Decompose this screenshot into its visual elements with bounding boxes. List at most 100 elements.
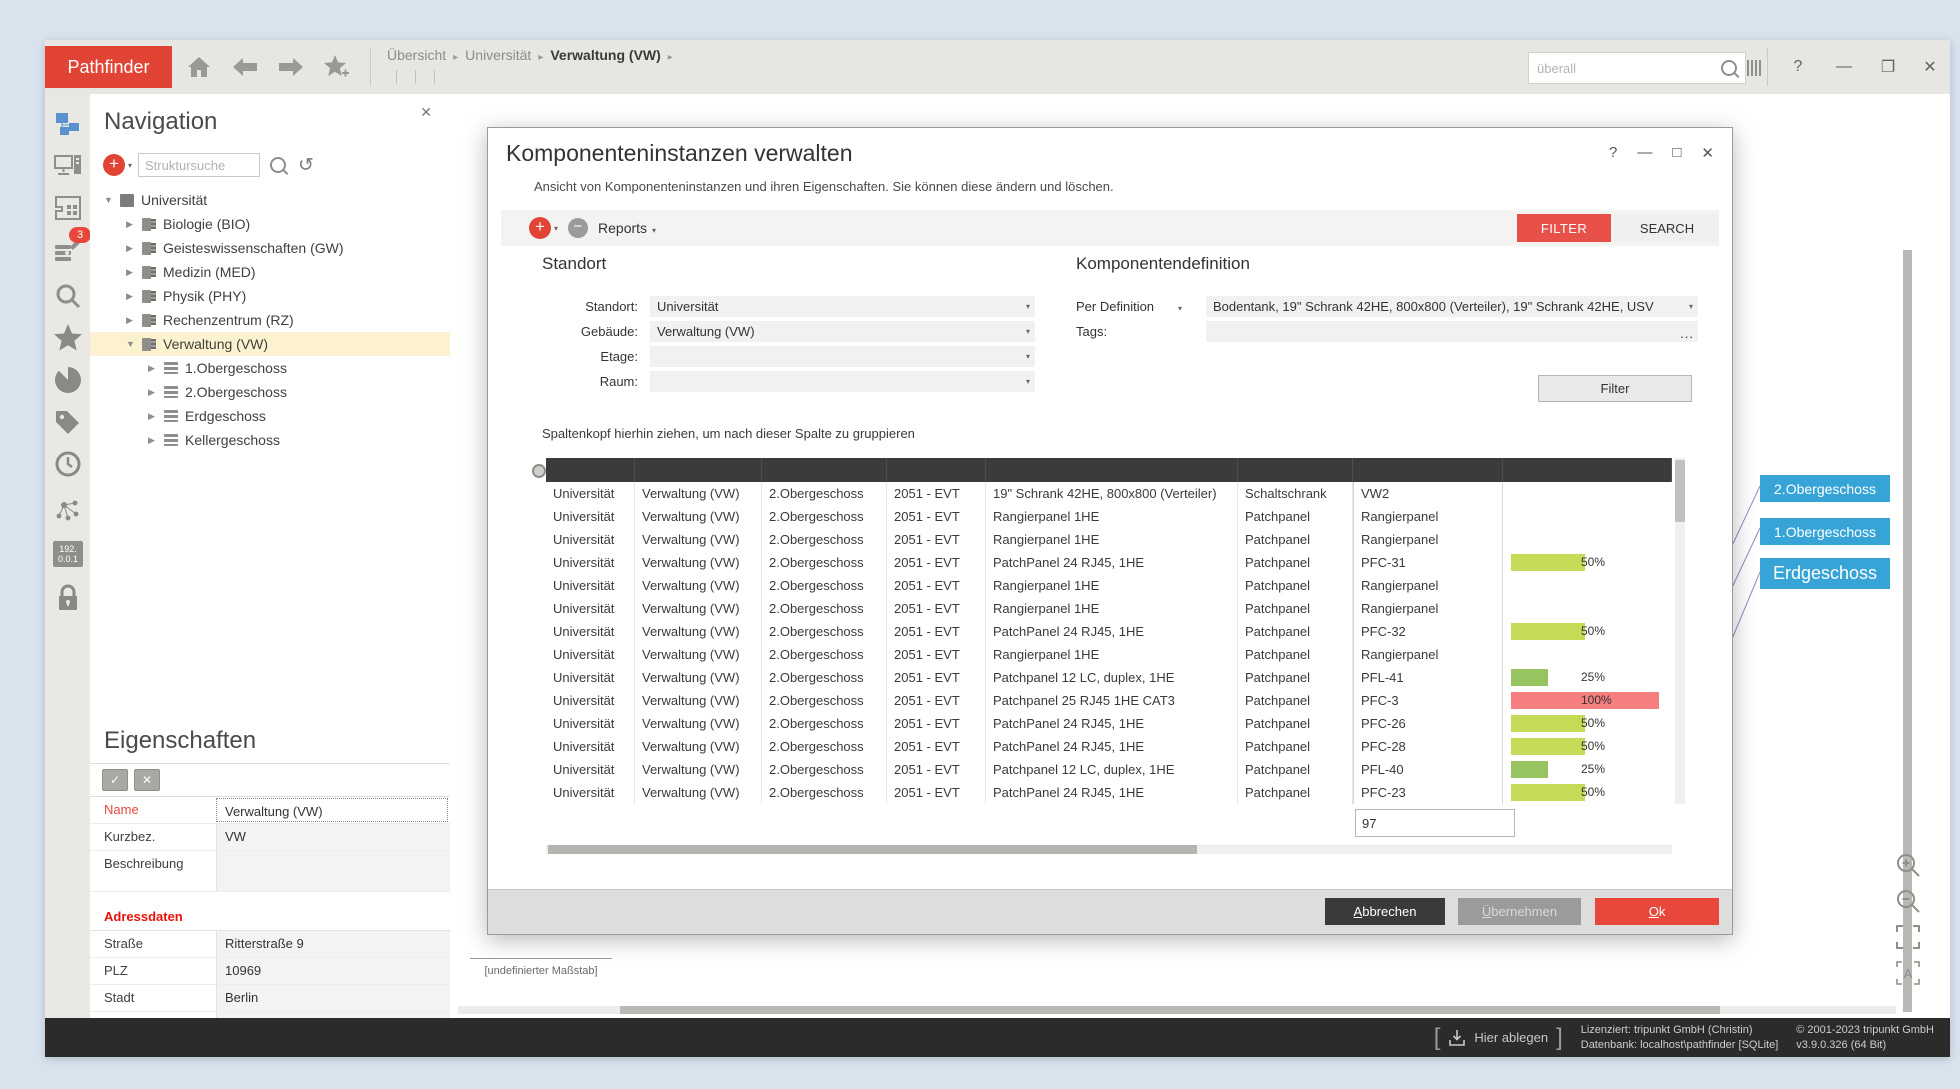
tree-expander-icon[interactable]: ▼ <box>126 339 142 349</box>
add-node-button[interactable]: + <box>103 154 125 176</box>
table-row[interactable]: Universität Verwaltung (VW) 2.Obergescho… <box>546 758 1672 781</box>
uebernehmen-button[interactable]: Übernehmen <box>1458 898 1581 925</box>
table-row[interactable]: Universität Verwaltung (VW) 2.Obergescho… <box>546 689 1672 712</box>
pie-chart-icon[interactable] <box>52 364 84 396</box>
help-button[interactable]: ? <box>1781 52 1815 82</box>
breadcrumb-floor-link[interactable] <box>434 70 453 84</box>
restore-button[interactable]: ❐ <box>1871 52 1905 82</box>
table-row[interactable]: Universität Verwaltung (VW) 2.Obergescho… <box>546 735 1672 758</box>
breadcrumb-universitaet[interactable]: Universität <box>465 47 531 63</box>
table-header-cell[interactable] <box>1353 458 1503 482</box>
property-value[interactable] <box>216 851 450 891</box>
cell-name[interactable]: PFL-41 <box>1353 666 1503 689</box>
tree-expander-icon[interactable]: ▶ <box>126 291 142 302</box>
breadcrumb-floor-link[interactable] <box>396 70 415 84</box>
lock-icon[interactable] <box>52 582 84 614</box>
table-row[interactable]: Universität Verwaltung (VW) 2.Obergescho… <box>546 666 1672 689</box>
reports-menu[interactable]: Reports▾ <box>598 220 662 236</box>
table-row[interactable]: Universität Verwaltung (VW) 2.Obergescho… <box>546 505 1672 528</box>
forward-arrow-icon[interactable] <box>277 53 305 81</box>
tree-item[interactable]: ▼ Verwaltung (VW) <box>90 332 450 356</box>
remove-instance-button[interactable]: − <box>568 218 588 238</box>
search-icon[interactable] <box>52 280 84 312</box>
tags-field[interactable]: ... <box>1206 321 1698 342</box>
dialog-maximize-icon[interactable]: □ <box>1672 144 1681 162</box>
tree-item[interactable]: ▼ Universität <box>90 188 450 212</box>
drop-zone[interactable]: [ Hier ablegen ] <box>1434 1026 1563 1050</box>
tree-expander-icon[interactable]: ▶ <box>126 315 142 326</box>
global-search-input[interactable] <box>1529 61 1721 76</box>
table-row[interactable]: Universität Verwaltung (VW) 2.Obergescho… <box>546 712 1672 735</box>
table-row[interactable]: Universität Verwaltung (VW) 2.Obergescho… <box>546 482 1672 505</box>
search-icon[interactable] <box>270 157 286 173</box>
cell-name[interactable]: PFC-26 <box>1353 712 1503 735</box>
zoom-in-icon[interactable] <box>1895 852 1921 878</box>
definition-dropdown[interactable]: Bodentank, 19" Schrank 42HE, 800x800 (Ve… <box>1206 296 1698 317</box>
dialog-minimize-icon[interactable]: — <box>1637 144 1652 162</box>
abbrechen-button[interactable]: Abbrechen <box>1325 898 1445 925</box>
cell-name[interactable]: Rangierpanel <box>1353 643 1503 666</box>
zoom-fit-icon[interactable] <box>1895 924 1921 950</box>
table-row[interactable]: Universität Verwaltung (VW) 2.Obergescho… <box>546 574 1672 597</box>
raum-dropdown[interactable]: ▾ <box>650 371 1035 392</box>
favorites-star-icon[interactable] <box>52 322 84 354</box>
chevron-down-icon[interactable]: ▾ <box>128 161 132 170</box>
cell-name[interactable]: Rangierpanel <box>1353 505 1503 528</box>
table-row[interactable]: Universität Verwaltung (VW) 2.Obergescho… <box>546 597 1672 620</box>
scrollbar-thumb[interactable] <box>1675 460 1685 522</box>
back-arrow-icon[interactable] <box>231 53 259 81</box>
tag-icon[interactable] <box>52 406 84 438</box>
tree-item[interactable]: ▶ Erdgeschoss <box>90 404 450 428</box>
more-ellipsis-button[interactable]: ... <box>1680 326 1694 341</box>
pathfinder-menu-button[interactable]: Pathfinder <box>45 46 172 88</box>
add-favorite-star-icon[interactable] <box>323 53 351 81</box>
ok-button[interactable]: Ok <box>1595 898 1719 925</box>
minimize-button[interactable]: — <box>1827 52 1861 82</box>
cell-name[interactable]: PFC-3 <box>1353 689 1503 712</box>
tree-item[interactable]: ▶ Biologie (BIO) <box>90 212 450 236</box>
tree-expander-icon[interactable]: ▶ <box>148 387 164 398</box>
chevron-down-icon[interactable]: ▾ <box>554 224 558 233</box>
table-vertical-scrollbar[interactable] <box>1675 458 1685 804</box>
table-row[interactable]: Universität Verwaltung (VW) 2.Obergescho… <box>546 620 1672 643</box>
apply-check-button[interactable]: ✓ <box>102 769 128 791</box>
cell-name[interactable]: PFC-32 <box>1353 620 1503 643</box>
cell-name[interactable]: Rangierpanel <box>1353 597 1503 620</box>
table-header-cell[interactable] <box>1238 458 1353 482</box>
cell-name[interactable]: PFC-31 <box>1353 551 1503 574</box>
scrollbar-thumb[interactable] <box>620 1006 1720 1014</box>
table-header-cell[interactable] <box>635 458 762 482</box>
table-header-cell[interactable] <box>546 458 635 482</box>
ip-address-icon[interactable]: 192.0.0.1 <box>52 538 84 570</box>
canvas-horizontal-scrollbar[interactable] <box>458 1006 1896 1014</box>
close-button[interactable]: ✕ <box>1913 52 1947 82</box>
property-value[interactable]: Verwaltung (VW) <box>216 798 448 822</box>
table-header-cell[interactable] <box>762 458 887 482</box>
name-edit-input[interactable] <box>1355 809 1515 837</box>
breadcrumb-uebersicht[interactable]: Übersicht <box>387 47 446 63</box>
cell-name[interactable]: PFC-23 <box>1353 781 1503 804</box>
tree-item[interactable]: ▶ Physik (PHY) <box>90 284 450 308</box>
add-instance-button[interactable]: + <box>529 217 551 239</box>
tree-item[interactable]: ▶ Kellergeschoss <box>90 428 450 452</box>
refresh-icon[interactable]: ↺ <box>298 154 314 177</box>
zoom-out-icon[interactable] <box>1895 888 1921 914</box>
close-icon[interactable]: ✕ <box>420 104 432 121</box>
breadcrumb-floor-link[interactable] <box>415 70 434 84</box>
topology-tree-icon[interactable] <box>52 108 84 140</box>
floor-label-1og[interactable]: 1.Obergeschoss <box>1760 518 1890 545</box>
workstation-icon[interactable] <box>52 150 84 182</box>
discard-x-button[interactable]: ✕ <box>134 769 160 791</box>
table-row[interactable]: Universität Verwaltung (VW) 2.Obergescho… <box>546 528 1672 551</box>
table-header-cell[interactable] <box>887 458 986 482</box>
floor-label-2og[interactable]: 2.Obergeschoss <box>1760 475 1890 502</box>
table-horizontal-scrollbar[interactable] <box>546 845 1672 854</box>
table-row[interactable]: Universität Verwaltung (VW) 2.Obergescho… <box>546 551 1672 574</box>
cell-name[interactable]: VW2 <box>1353 482 1503 505</box>
table-row[interactable]: Universität Verwaltung (VW) 2.Obergescho… <box>546 643 1672 666</box>
tree-item[interactable]: ▶ Geisteswissenschaften (GW) <box>90 236 450 260</box>
tree-expander-icon[interactable]: ▶ <box>148 363 164 374</box>
property-value[interactable]: Berlin <box>216 985 450 1011</box>
tree-expander-icon[interactable]: ▶ <box>126 219 142 230</box>
scrollbar-thumb[interactable] <box>548 845 1197 854</box>
